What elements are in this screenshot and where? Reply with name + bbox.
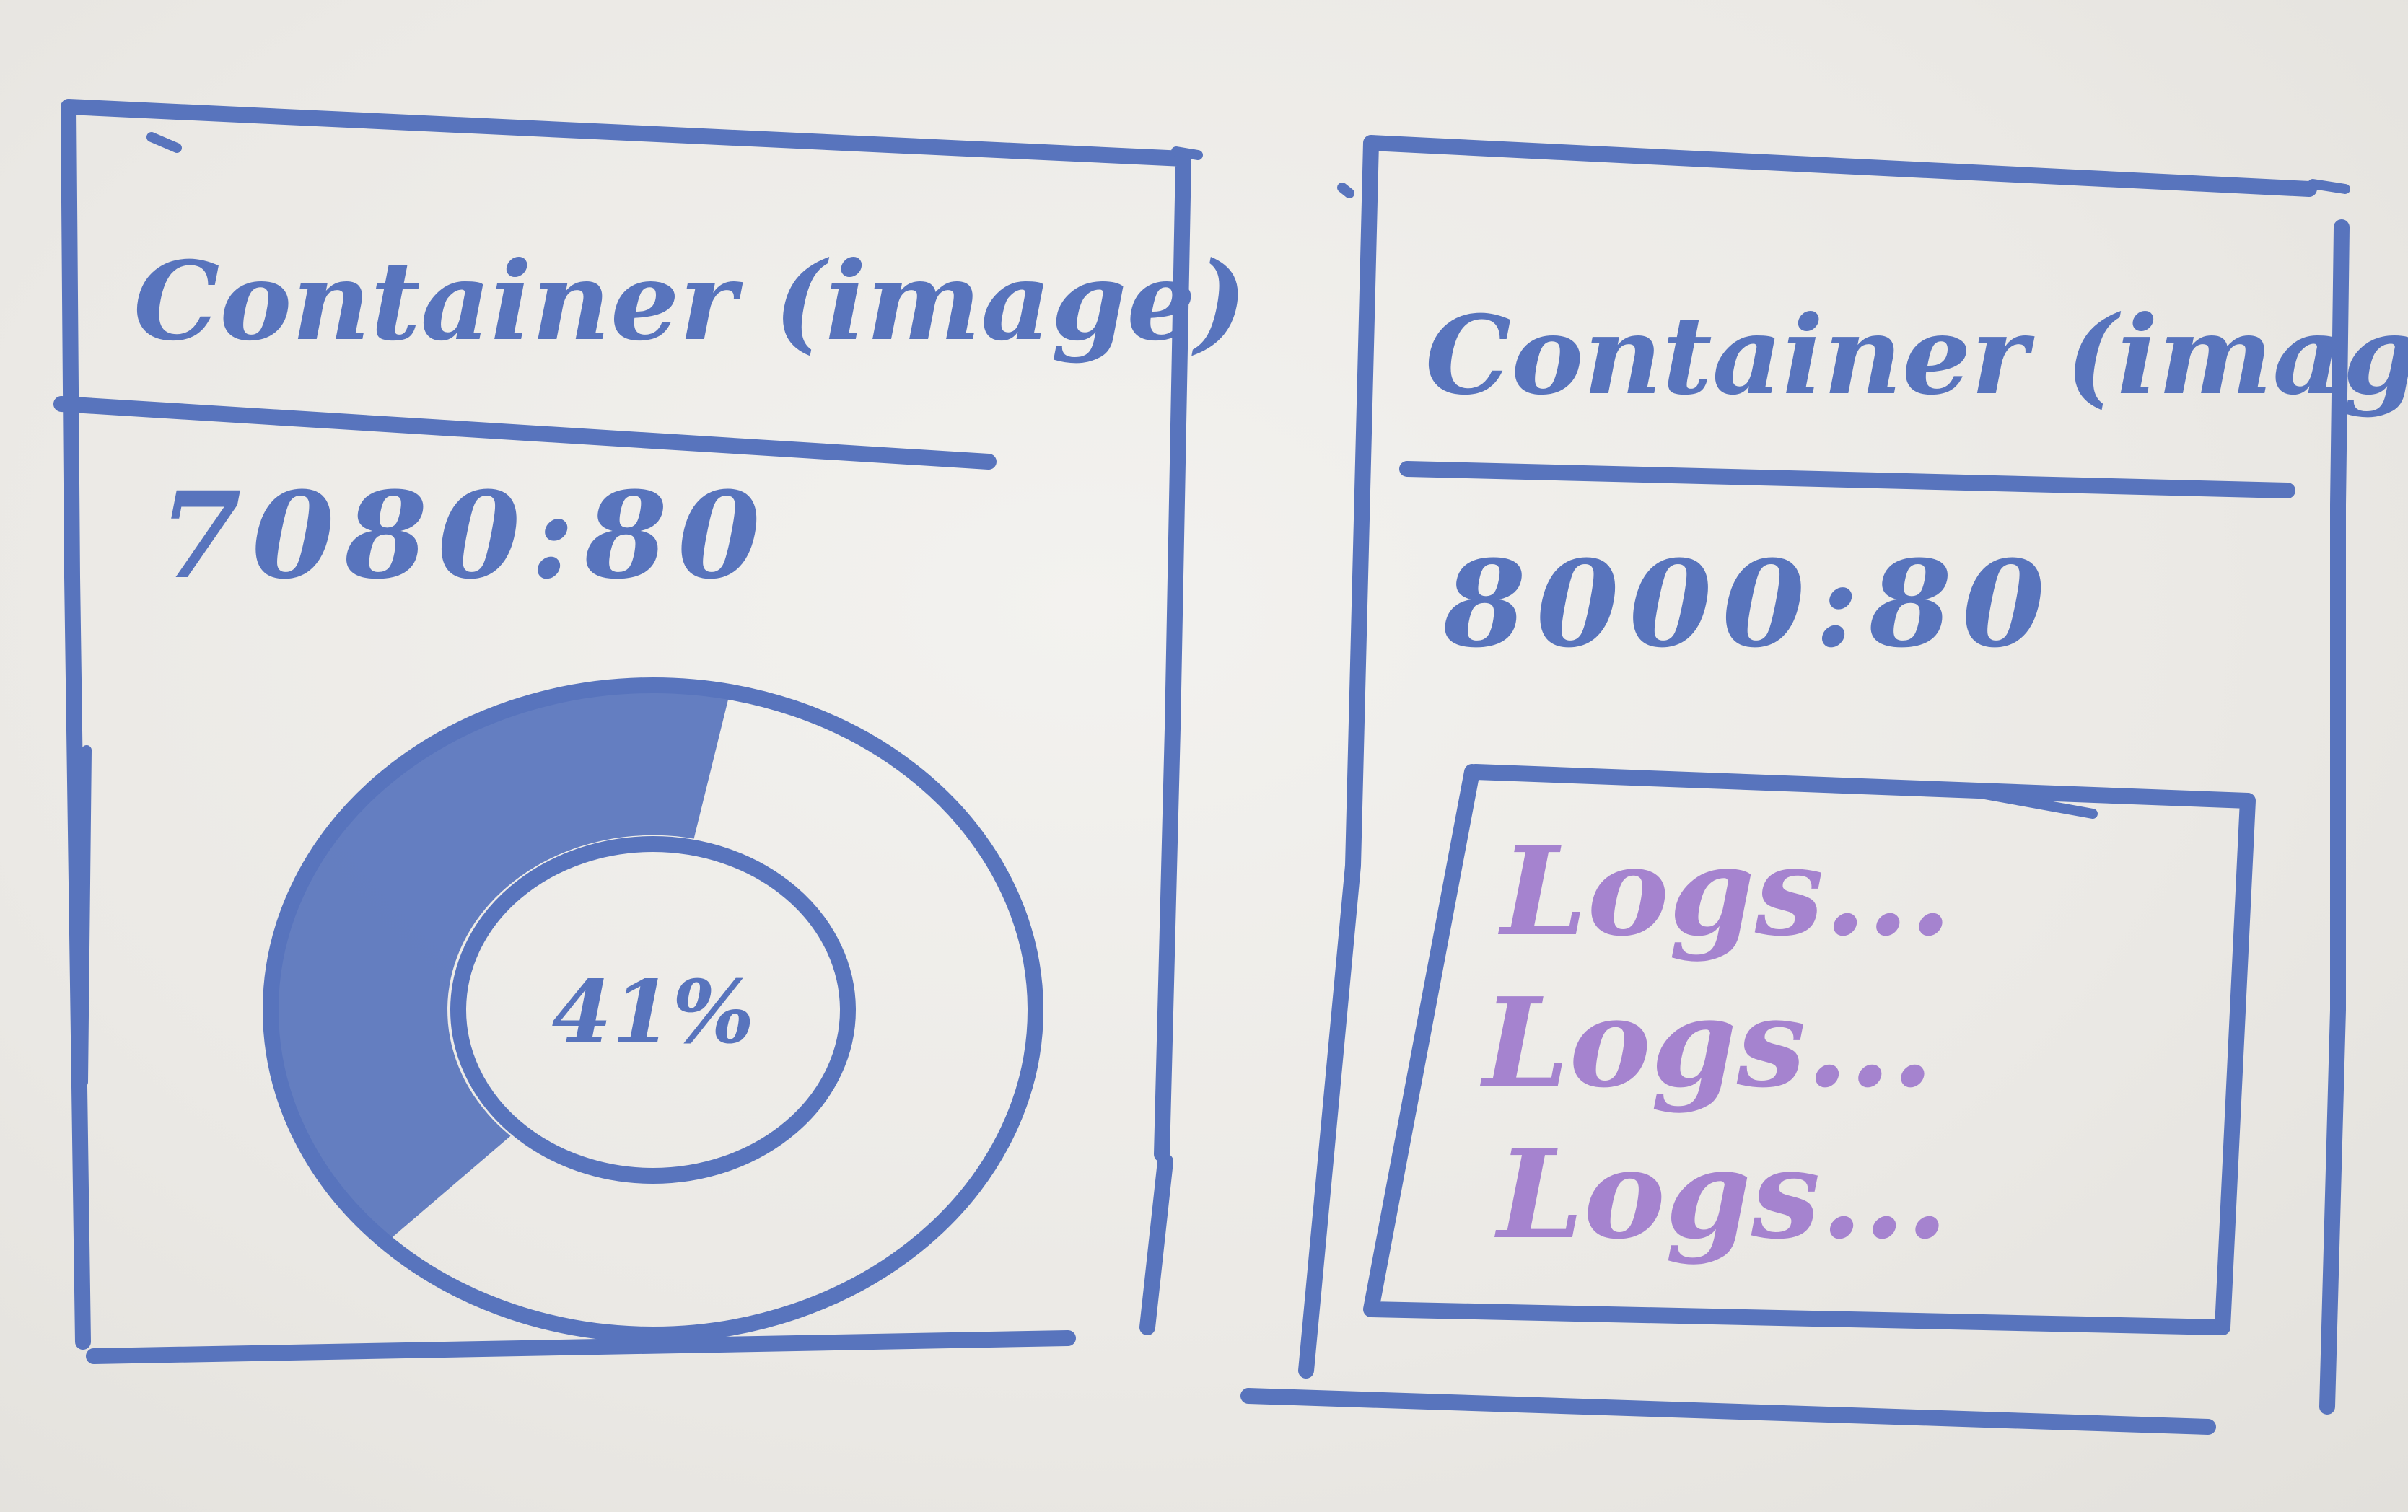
usage-donut-chart: 41% (263, 677, 1043, 1342)
container-left-title: Container (image) (133, 238, 1247, 365)
container-right-port: 8000:80 (1442, 534, 2055, 674)
container-right-title: Container (image) (1425, 292, 2408, 419)
log-line-1: Logs... (1498, 819, 1952, 964)
log-line-2: Logs... (1480, 971, 1934, 1115)
whiteboard: Container (image) 7080:80 41% Container … (0, 0, 2408, 1512)
logs-panel: Logs... Logs... Logs... (1363, 764, 2256, 1335)
log-line-3: Logs... (1494, 1122, 1948, 1267)
container-card-left: Container (image) 7080:80 41% (53, 99, 1247, 1364)
container-right-header-divider (1399, 461, 2295, 498)
whiteboard-drawing: Container (image) 7080:80 41% Container … (53, 99, 2408, 1435)
container-card-right: Container (image) 8000:80 Logs... Logs..… (1240, 135, 2408, 1435)
usage-percentage-label: 41% (551, 962, 754, 1063)
container-left-port: 7080:80 (159, 465, 771, 605)
container-left-header-divider (53, 396, 997, 470)
